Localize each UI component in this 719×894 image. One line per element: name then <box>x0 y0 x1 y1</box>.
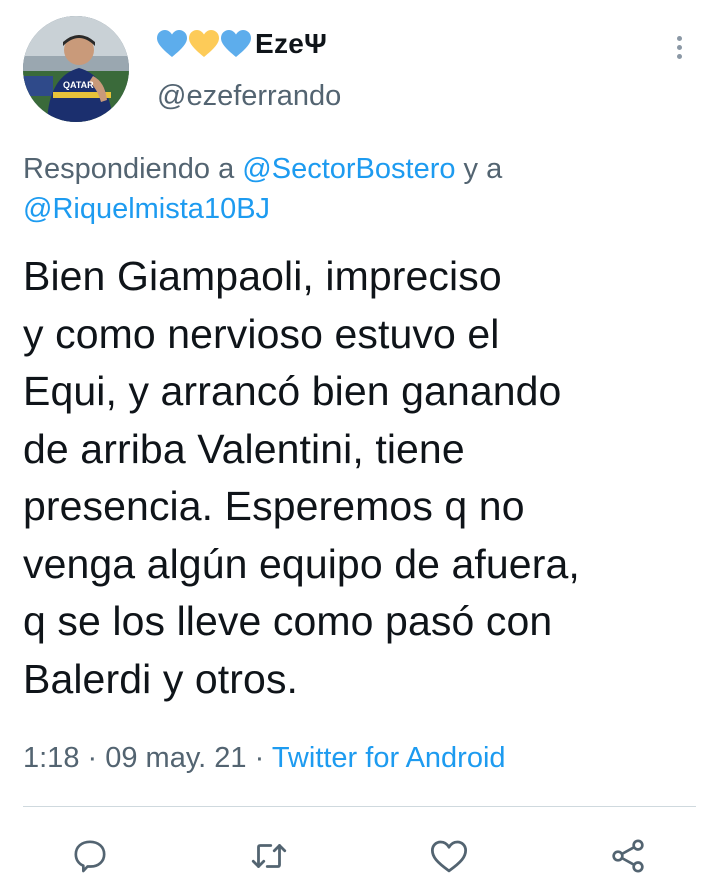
display-name: EzeΨ <box>255 28 328 59</box>
tweet-date[interactable]: 09 may. 21 <box>105 742 246 774</box>
mention-riquelmista[interactable]: @Riquelmista10BJ <box>23 193 270 225</box>
action-bar <box>0 834 719 882</box>
avatar[interactable]: QATAR <box>23 16 129 122</box>
tweet-text: Bien Giampaoli, impreciso y como nervios… <box>23 253 580 702</box>
retweet-button[interactable] <box>247 834 291 878</box>
avatar-jersey-text: QATAR <box>63 80 94 90</box>
display-name-row[interactable]: EzeΨ <box>157 26 327 62</box>
tweet-source[interactable]: Twitter for Android <box>272 742 506 774</box>
share-button[interactable] <box>606 834 650 878</box>
mention-sectorbostero[interactable]: @SectorBostero <box>242 153 455 185</box>
blue-heart-icon <box>157 30 187 57</box>
like-icon <box>430 840 468 873</box>
meta-separator: · <box>79 742 106 774</box>
reply-button[interactable] <box>68 834 112 878</box>
replying-joiner: y a <box>455 153 503 185</box>
user-handle[interactable]: @ezeferrando <box>157 80 341 113</box>
tweet-meta: 1:18 · 09 may. 21 · Twitter for Android <box>23 742 506 775</box>
retweet-icon <box>251 844 287 868</box>
more-options-icon[interactable] <box>664 32 694 62</box>
emoji-hearts <box>157 30 251 58</box>
meta-separator: · <box>246 742 272 774</box>
like-button[interactable] <box>427 834 471 878</box>
share-icon <box>612 839 644 873</box>
tweet-time[interactable]: 1:18 <box>23 742 79 774</box>
reply-icon <box>74 840 106 873</box>
replying-prefix: Respondiendo a <box>23 153 243 185</box>
yellow-heart-icon <box>189 30 219 57</box>
divider <box>23 806 696 807</box>
replying-to: Respondiendo a @SectorBostero y a @Rique… <box>23 149 703 229</box>
blue-heart-icon <box>221 30 251 57</box>
